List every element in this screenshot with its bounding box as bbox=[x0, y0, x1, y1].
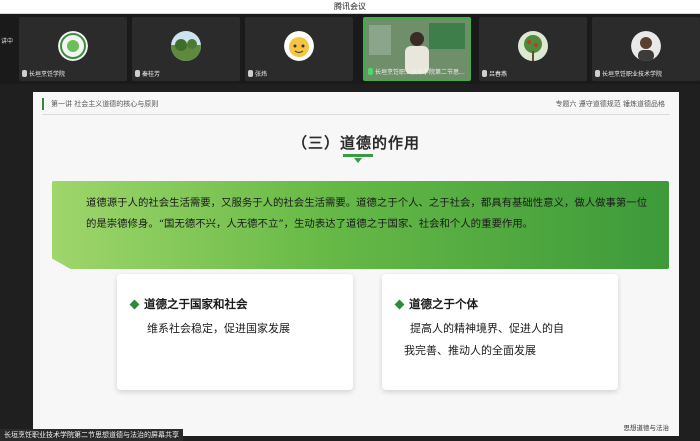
participant-name-row: 吕春燕 bbox=[482, 69, 507, 78]
mic-icon bbox=[248, 70, 253, 77]
slide-heading: （三）道德的作用 bbox=[291, 134, 420, 152]
participant-name-row: 长垣烹饪学院 bbox=[22, 69, 65, 78]
participant-tile[interactable]: 秦桂芳 bbox=[132, 17, 240, 81]
card-body: 维系社会稳定，促进国家发展 bbox=[147, 322, 290, 335]
mic-icon bbox=[135, 70, 140, 77]
participant-name: 吕春燕 bbox=[489, 71, 508, 78]
card-individual: 道德之于个体 提高人的精神境界、促进人的自 我完善、推动人的全面发展 bbox=[382, 274, 618, 390]
slide-header-divider bbox=[42, 114, 670, 115]
mic-icon bbox=[595, 70, 600, 77]
participant-name-row: 长垣烹饪职业技术学院第二节思... bbox=[368, 67, 465, 76]
participant-name: 秦桂芳 bbox=[142, 71, 161, 78]
screen-share-label: 长垣烹饪职业技术学院第二节思想道德与法治的屏幕共享 bbox=[0, 429, 183, 441]
participant-name-row: 秦桂芳 bbox=[135, 69, 160, 78]
card-title: 道德之于国家和社会 bbox=[129, 296, 248, 312]
participant-name-row: 张炜 bbox=[248, 69, 267, 78]
card-title-text: 道德之于国家和社会 bbox=[144, 297, 248, 311]
slide-accent-bar bbox=[42, 98, 44, 110]
cartoon-avatar bbox=[284, 31, 314, 61]
participant-name: 长垣烹饪职业技术学院 bbox=[602, 71, 663, 78]
banner: 道德源于人的社会生活需要，又服务于人的社会生活需要。道德之于个人、之于社会，都具… bbox=[52, 181, 669, 269]
participant-name: 长垣烹饪学院 bbox=[29, 71, 66, 78]
participant-name: 长垣烹饪职业技术学院第二节思... bbox=[375, 69, 465, 76]
title-bar: 腾讯会议 bbox=[0, 0, 700, 14]
card-body-line-2: 我完善、推动人的全面发展 bbox=[404, 344, 536, 357]
shared-slide: 第一讲 社会主义道德的核心与原则 专题六 遵守道德规范 锤炼道德品格 （三）道德… bbox=[33, 92, 679, 436]
participant-name: 张炜 bbox=[255, 71, 268, 78]
landscape-photo-avatar bbox=[171, 31, 201, 61]
mic-icon bbox=[482, 70, 487, 77]
heading-underline-pointer bbox=[354, 158, 362, 163]
school-logo-avatar bbox=[58, 31, 88, 61]
mic-active-icon bbox=[368, 68, 373, 75]
card-body-line-1: 提高人的精神境界、促进人的自 bbox=[410, 322, 564, 335]
heading-underline bbox=[343, 154, 373, 157]
participant-tile[interactable]: 吕春燕 bbox=[479, 17, 587, 81]
participant-tile[interactable]: 长垣烹饪职业技术学院 bbox=[592, 17, 700, 81]
slide-footer-logo: 思想道德与法治 bbox=[623, 424, 670, 432]
plant-photo-avatar bbox=[518, 31, 548, 61]
card-country-society: 道德之于国家和社会 维系社会稳定，促进国家发展 bbox=[117, 274, 353, 390]
participant-name-row: 长垣烹饪职业技术学院 bbox=[595, 69, 662, 78]
diamond-bullet-icon bbox=[394, 299, 405, 309]
slide-header-left: 第一讲 社会主义道德的核心与原则 bbox=[51, 100, 159, 108]
slide-header-right: 专题六 遵守道德规范 锤炼道德品格 bbox=[555, 100, 665, 108]
banner-text: 道德源于人的社会生活需要，又服务于人的社会生活需要。道德之于个人、之于社会，都具… bbox=[86, 197, 648, 230]
card-body-line: 提高人的精神境界、促进人的自 我完善、推动人的全面发展 bbox=[404, 318, 564, 362]
mic-icon bbox=[22, 70, 27, 77]
card-title-text: 道德之于个体 bbox=[409, 297, 478, 311]
participant-strip: 讲中 长垣烹饪学院 秦桂芳 张炜 长垣烹饪职业技术学院第二节思... 吕春燕 长… bbox=[0, 14, 700, 84]
card-title: 道德之于个体 bbox=[394, 296, 478, 312]
person-avatar bbox=[631, 31, 661, 61]
participant-tile[interactable]: 长垣烹饪学院 bbox=[19, 17, 127, 81]
strip-left-label: 讲中 bbox=[1, 38, 14, 45]
diamond-bullet-icon bbox=[129, 299, 140, 309]
active-speaker-tile[interactable]: 长垣烹饪职业技术学院第二节思... bbox=[363, 17, 471, 81]
participant-tile[interactable]: 张炜 bbox=[245, 17, 353, 81]
window-title: 腾讯会议 bbox=[334, 2, 366, 11]
